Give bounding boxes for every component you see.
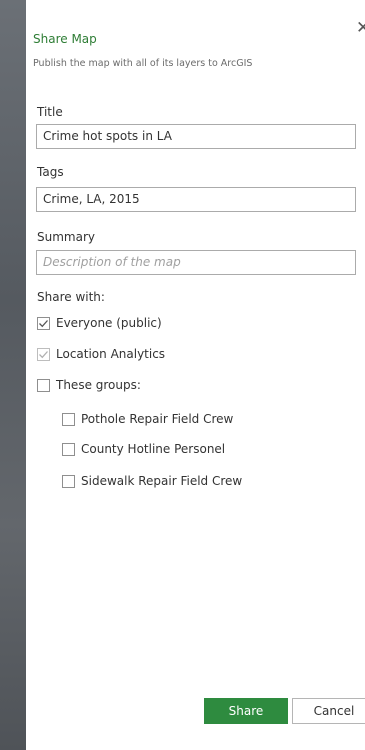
everyone-public-option[interactable]: Everyone (public) — [37, 316, 162, 330]
group-label: County Hotline Personel — [81, 442, 226, 456]
group-option-sidewalk-repair[interactable]: Sidewalk Repair Field Crew — [62, 474, 242, 488]
dialog-title: Share Map — [33, 32, 97, 46]
title-label: Title — [37, 105, 63, 119]
checkbox[interactable] — [37, 316, 50, 330]
checkbox[interactable] — [37, 378, 50, 392]
these-groups-option[interactable]: These groups: — [37, 378, 141, 392]
background-map-strip — [0, 0, 26, 750]
checkbox[interactable] — [37, 347, 50, 361]
group-option-county-hotline[interactable]: County Hotline Personel — [62, 442, 225, 456]
location-analytics-option[interactable]: Location Analytics — [37, 347, 165, 361]
checkbox[interactable] — [62, 412, 75, 426]
option-label: These groups: — [56, 378, 141, 392]
option-label: Location Analytics — [56, 347, 166, 361]
group-option-pothole-repair[interactable]: Pothole Repair Field Crew — [62, 412, 233, 426]
tags-label: Tags — [37, 165, 64, 179]
dialog-subtitle: Publish the map with all of its layers t… — [33, 58, 253, 69]
summary-label: Summary — [37, 230, 95, 244]
share-with-label: Share with: — [37, 290, 105, 304]
option-label: Everyone (public) — [56, 316, 162, 330]
tags-input[interactable]: Crime, LA, 2015 — [36, 187, 356, 212]
summary-input[interactable]: Description of the map — [36, 250, 356, 275]
close-icon[interactable]: ✕ — [356, 20, 365, 37]
cancel-button[interactable]: Cancel — [292, 698, 365, 724]
checkbox[interactable] — [62, 474, 75, 488]
title-input[interactable]: Crime hot spots in LA — [36, 124, 356, 149]
checkmark-icon — [39, 350, 48, 358]
share-map-panel: ✕ Share Map Publish the map with all of … — [26, 0, 365, 750]
group-label: Pothole Repair Field Crew — [81, 412, 234, 426]
checkmark-icon — [39, 319, 48, 327]
share-button[interactable]: Share — [204, 698, 288, 724]
checkbox[interactable] — [62, 442, 75, 456]
group-label: Sidewalk Repair Field Crew — [81, 474, 243, 488]
